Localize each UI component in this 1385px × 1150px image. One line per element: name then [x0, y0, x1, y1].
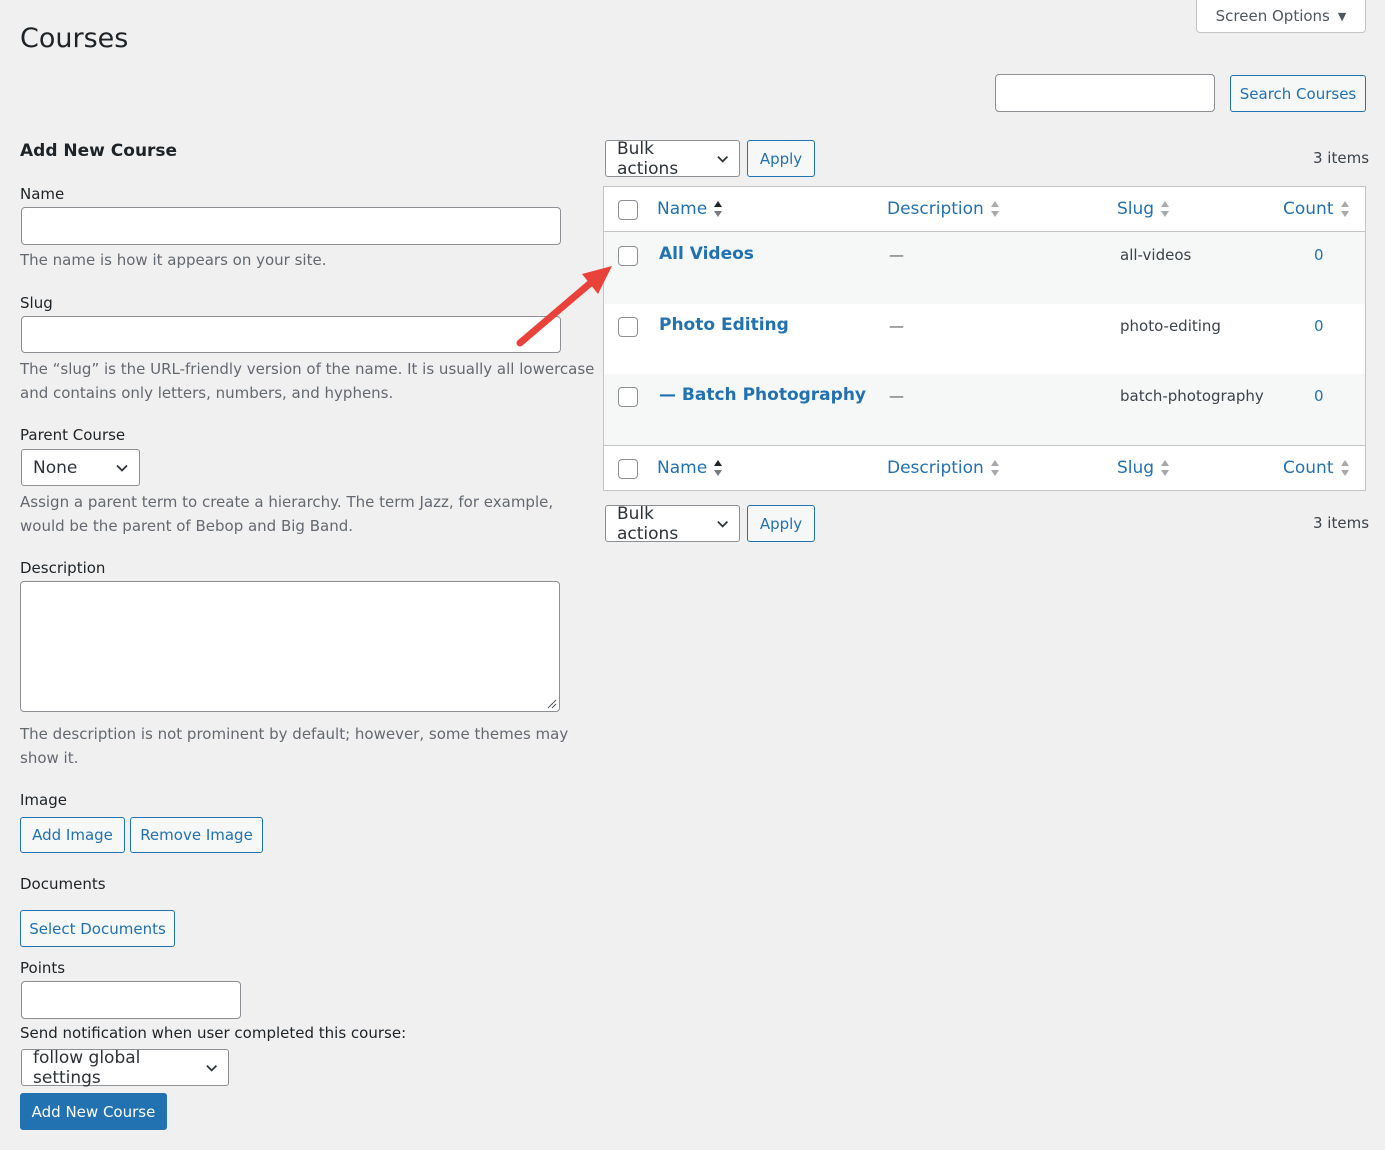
row-count-link[interactable]: 0	[1314, 387, 1324, 405]
sort-ascending-icon	[714, 201, 723, 217]
column-slug-label: Slug	[1117, 199, 1155, 219]
name-label: Name	[20, 185, 65, 203]
row-name-link[interactable]: All Videos	[659, 244, 754, 264]
points-label: Points	[20, 959, 66, 977]
column-footer-description[interactable]: Description	[887, 458, 1000, 478]
column-footer-count[interactable]: Count	[1283, 458, 1350, 478]
column-count-label: Count	[1283, 458, 1334, 478]
column-slug-label: Slug	[1117, 458, 1155, 478]
row-checkbox[interactable]	[618, 246, 638, 266]
add-image-button[interactable]: Add Image	[20, 817, 125, 853]
row-name-link[interactable]: — Batch Photography	[659, 385, 866, 405]
apply-button-top[interactable]: Apply	[747, 140, 815, 177]
row-count-link[interactable]: 0	[1314, 317, 1324, 335]
notification-value: follow global settings	[33, 1047, 141, 1088]
bulk-actions-select-top[interactable]: Bulk actions	[605, 138, 740, 179]
form-heading: Add New Course	[20, 141, 178, 161]
items-count-bottom: 3 items	[1313, 514, 1370, 532]
sort-icon	[1340, 201, 1349, 217]
row-description: —	[889, 317, 904, 335]
image-label: Image	[20, 791, 67, 809]
row-description: —	[889, 246, 904, 264]
slug-label: Slug	[20, 294, 53, 312]
column-description-label: Description	[887, 199, 984, 219]
search-courses-button[interactable]: Search Courses	[1230, 75, 1366, 112]
table-header-row: Name Description Slug Count	[604, 187, 1365, 232]
column-count-label: Count	[1283, 199, 1334, 219]
row-slug: all-videos	[1120, 246, 1192, 264]
chevron-down-icon	[716, 155, 728, 163]
column-description-label: Description	[887, 458, 984, 478]
page-title: Courses	[20, 23, 129, 54]
slug-help-line-1: The “slug” is the URL-friendly version o…	[20, 360, 595, 378]
column-header-slug[interactable]: Slug	[1117, 199, 1170, 219]
add-new-course-button[interactable]: Add New Course	[20, 1093, 167, 1130]
table-row: — Batch Photography — batch-photography …	[604, 374, 1365, 445]
column-header-name[interactable]: Name	[657, 199, 723, 219]
description-help-line-1: The description is not prominent by defa…	[20, 725, 569, 743]
sort-ascending-icon	[714, 460, 723, 476]
bulk-actions-label: Bulk actions	[617, 503, 679, 544]
chevron-down-icon	[716, 520, 728, 528]
select-all-checkbox-footer[interactable]	[618, 459, 638, 479]
slug-input[interactable]	[21, 316, 561, 353]
bulk-actions-select-bottom[interactable]: Bulk actions	[605, 503, 740, 544]
annotation-arrow-icon	[516, 266, 612, 347]
row-slug: batch-photography	[1120, 387, 1264, 405]
bulk-actions-label: Bulk actions	[617, 138, 679, 179]
sort-icon	[990, 201, 999, 217]
row-slug: photo-editing	[1120, 317, 1221, 335]
description-textarea[interactable]	[20, 581, 560, 712]
search-input[interactable]	[995, 74, 1215, 112]
row-name-link[interactable]: Photo Editing	[659, 315, 789, 335]
column-name-label: Name	[657, 199, 708, 219]
parent-course-select[interactable]: None	[21, 449, 140, 486]
courses-table: Name Description Slug Count All Videos —…	[603, 186, 1366, 491]
remove-image-button[interactable]: Remove Image	[130, 817, 263, 853]
apply-button-bottom[interactable]: Apply	[747, 505, 815, 542]
row-checkbox[interactable]	[618, 317, 638, 337]
name-input[interactable]	[21, 207, 561, 245]
parent-help-line-1: Assign a parent term to create a hierarc…	[20, 493, 554, 511]
row-checkbox[interactable]	[618, 387, 638, 407]
triangle-down-icon: ▼	[1337, 9, 1347, 23]
column-footer-slug[interactable]: Slug	[1117, 458, 1170, 478]
sort-icon	[1161, 201, 1170, 217]
table-footer-row: Name Description Slug Count	[604, 445, 1365, 490]
items-count-top: 3 items	[1313, 149, 1370, 167]
column-header-description[interactable]: Description	[887, 199, 1000, 219]
select-all-checkbox[interactable]	[618, 200, 638, 220]
column-name-label: Name	[657, 458, 708, 478]
points-input[interactable]	[21, 981, 241, 1019]
slug-help-line-2: and contains only letters, numbers, and …	[20, 384, 394, 402]
resize-handle-icon[interactable]	[547, 699, 557, 709]
documents-label: Documents	[20, 875, 106, 893]
table-row: Photo Editing — photo-editing 0	[604, 304, 1365, 374]
table-row: All Videos — all-videos 0	[604, 232, 1365, 304]
sort-icon	[1340, 460, 1349, 476]
description-help-line-2: show it.	[20, 749, 79, 767]
parent-help-line-2: would be the parent of Bebop and Big Ban…	[20, 517, 353, 535]
chevron-down-icon	[116, 464, 128, 472]
description-label: Description	[20, 559, 106, 577]
row-count-link[interactable]: 0	[1314, 246, 1324, 264]
parent-course-value: None	[33, 457, 78, 478]
column-header-count[interactable]: Count	[1283, 199, 1350, 219]
sort-icon	[1161, 460, 1170, 476]
row-description: —	[889, 387, 904, 405]
sort-icon	[990, 460, 999, 476]
select-documents-button[interactable]: Select Documents	[20, 910, 175, 947]
parent-course-label: Parent Course	[20, 426, 126, 444]
name-help: The name is how it appears on your site.	[20, 251, 327, 269]
chevron-down-icon	[205, 1064, 217, 1072]
notification-select[interactable]: follow global settings	[21, 1047, 229, 1088]
column-footer-name[interactable]: Name	[657, 458, 723, 478]
screen-options-label: Screen Options	[1215, 7, 1330, 25]
screen-options-button[interactable]: Screen Options ▼	[1196, 0, 1366, 33]
notification-label: Send notification when user completed th…	[20, 1024, 407, 1042]
